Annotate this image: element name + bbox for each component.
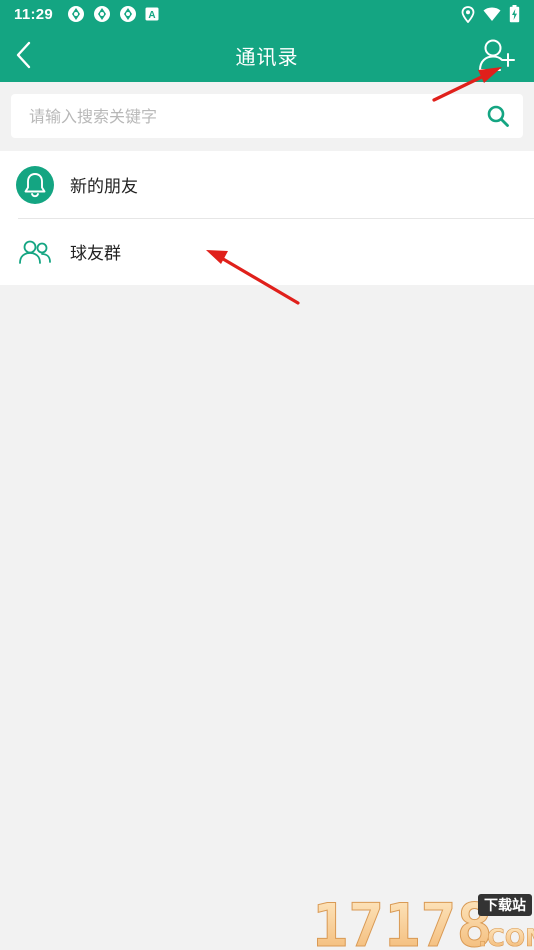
status-bar: 11:29 A <box>0 0 534 28</box>
watermark-badge: 下载站 <box>484 897 526 914</box>
search-icon <box>487 105 509 127</box>
list-item-new-friends[interactable]: 新的朋友 <box>0 151 534 218</box>
a-badge-icon: A <box>145 7 159 21</box>
search-button[interactable] <box>485 103 511 129</box>
status-notification-icons: A <box>67 5 159 23</box>
status-time: 11:29 <box>14 5 54 23</box>
app-bar: 通讯录 <box>0 28 534 82</box>
site-watermark: 17178 下载站 .COM <box>312 888 534 950</box>
watermark-number: 17178 <box>312 891 493 950</box>
app-notification-icon <box>94 6 111 22</box>
status-system-icons <box>461 5 520 23</box>
contacts-menu-list: 新的朋友 球友群 <box>0 151 534 285</box>
page-title: 通讯录 <box>235 44 299 69</box>
watermark-suffix: .COM <box>478 924 534 950</box>
list-item-label: 新的朋友 <box>70 177 138 197</box>
search-input[interactable] <box>29 106 485 126</box>
app-notification-icon <box>120 6 137 22</box>
back-button[interactable] <box>10 40 38 70</box>
add-friend-button[interactable] <box>478 37 516 73</box>
annotation-arrows <box>206 67 502 305</box>
list-item-label: 球友群 <box>70 244 121 264</box>
add-user-icon <box>479 39 515 71</box>
search-bar <box>11 94 523 138</box>
wifi-icon <box>483 7 501 21</box>
app-notification-icon <box>68 6 85 22</box>
chevron-left-icon <box>16 41 31 69</box>
group-icon <box>16 233 54 271</box>
location-icon <box>461 5 475 23</box>
battery-charging-icon <box>509 5 520 23</box>
list-item-ball-friends-group[interactable]: 球友群 <box>0 218 534 285</box>
a-badge-text: A <box>148 10 155 21</box>
new-friends-icon-wrap <box>16 165 54 204</box>
bell-icon <box>16 165 54 204</box>
